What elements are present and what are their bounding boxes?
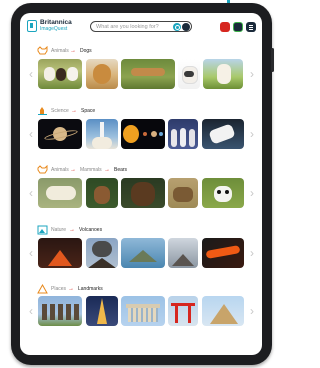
britannica-logo-icon[interactable] [27,20,37,32]
breadcrumb-arrow-icon: → [104,167,110,173]
breadcrumb-item[interactable]: Volcanoes [79,227,102,233]
search-bar[interactable] [90,21,192,32]
image-tile-panda[interactable] [202,178,244,208]
image-tile-volcanic-island[interactable] [121,238,165,268]
breadcrumb-item[interactable]: Mammals [80,167,102,173]
chevron-left-icon[interactable]: ‹ [27,59,35,89]
image-tile-golden-retriever[interactable] [86,59,118,89]
mountain-icon [37,225,48,235]
breadcrumb-dogs: Animals → Dogs [20,45,262,57]
pyramid-icon [37,284,48,294]
breadcrumb-arrow-icon: → [68,286,74,292]
breadcrumb-item[interactable]: Science [51,108,69,114]
image-tile-pyramids[interactable] [202,296,244,326]
image-tile-puppies[interactable] [38,59,82,89]
image-tile-eiffel-tower[interactable] [86,296,118,326]
paw-icon [37,165,48,174]
image-tile-polar-bear[interactable] [38,178,82,208]
breadcrumb-landmarks: Places → Landmarks [20,283,262,295]
profile-button[interactable] [220,22,230,32]
image-tile-running-dog[interactable] [121,59,175,89]
breadcrumb-item[interactable]: Nature [51,227,66,233]
chevron-right-icon[interactable]: › [248,296,256,326]
brand-name[interactable]: Britannica [40,19,72,26]
top-bar: Britannica ImageQuest [20,13,262,41]
breadcrumb-item[interactable]: Dogs [80,48,92,54]
image-tile-brown-bear-grass[interactable] [168,178,198,208]
image-tile-solar-system[interactable] [121,119,165,149]
image-tile-torii-gate[interactable] [168,296,198,326]
image-tile-lava-flow[interactable] [202,238,244,268]
image-search-icon[interactable] [182,23,190,31]
breadcrumb-item[interactable]: Landmarks [78,286,103,292]
chevron-left-icon[interactable]: ‹ [27,238,35,268]
image-tile-saturn[interactable] [38,119,82,149]
breadcrumb-item[interactable]: Places [51,286,66,292]
app-screen: Britannica ImageQuest Animals → Dogs ‹ [20,13,262,355]
image-tile-erupting-volcano[interactable] [38,238,82,268]
image-tile-easter-island[interactable] [38,296,82,326]
image-tile-french-bulldog[interactable] [178,59,200,89]
search-input[interactable] [96,23,176,31]
image-tile-brown-bear-cub[interactable] [86,178,118,208]
image-tile-parthenon[interactable] [121,296,165,326]
breadcrumb-item[interactable]: Animals [51,48,69,54]
chevron-left-icon[interactable]: ‹ [27,178,35,208]
image-tile-shuttle-launch[interactable] [86,119,118,149]
image-tile-volcano-smoke[interactable] [168,238,198,268]
rocket-icon [38,107,47,115]
image-tile-spacewalk[interactable] [202,119,244,149]
image-tile-ash-plume[interactable] [86,238,118,268]
breadcrumb-bears: Animals → Mammals → Bears [20,164,262,176]
chevron-right-icon[interactable]: › [248,178,256,208]
breadcrumb-arrow-icon: → [70,167,76,173]
chevron-right-icon[interactable]: › [248,238,256,268]
chevron-left-icon[interactable]: ‹ [27,119,35,149]
favorites-button[interactable] [233,22,243,32]
image-tile-grizzly-bear[interactable] [121,178,165,208]
breadcrumb-arrow-icon: → [71,108,77,114]
image-tile-astronauts[interactable] [168,119,198,149]
breadcrumb-space: Science → Space [20,105,262,117]
breadcrumb-volcanoes: Nature → Volcanoes [20,224,262,236]
menu-button[interactable] [246,22,256,32]
dog-icon [37,46,48,55]
chevron-right-icon[interactable]: › [248,59,256,89]
brand-product[interactable]: ImageQuest [40,26,67,32]
tablet-side-button [271,48,274,72]
chevron-left-icon[interactable]: ‹ [27,296,35,326]
chevron-right-icon[interactable]: › [248,119,256,149]
breadcrumb-item[interactable]: Space [81,108,95,114]
breadcrumb-item[interactable]: Bears [114,167,127,173]
breadcrumb-arrow-icon: → [70,48,76,54]
search-icon[interactable] [173,23,181,31]
image-tile-jack-russell-terrier[interactable] [203,59,243,89]
breadcrumb-item[interactable]: Animals [51,167,69,173]
breadcrumb-arrow-icon: → [69,227,75,233]
